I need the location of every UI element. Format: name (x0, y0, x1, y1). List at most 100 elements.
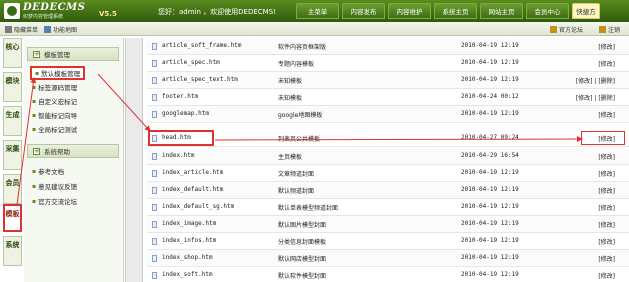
nav-shortcut[interactable]: 快捷方 (572, 3, 600, 19)
logout-link[interactable]: 注销 (599, 25, 620, 34)
logout-icon (599, 26, 606, 33)
file-desc: 主页模板 (278, 154, 303, 161)
menu-custom-macro[interactable]: 自定义宏标记 (32, 96, 77, 106)
file-icon (152, 111, 157, 118)
file-date: 2010-04-19 12:19 (461, 76, 519, 83)
menu-feedback[interactable]: 意见建议反馈 (32, 181, 77, 191)
file-actions[interactable]: [修改] | [删除] (576, 93, 615, 102)
file-date: 2010-04-19 12:19 (461, 254, 519, 261)
hide-menu-button[interactable]: 隐藏菜单 (5, 25, 38, 34)
file-name[interactable]: footer.htm (162, 93, 198, 100)
table-row: index_shop.htm 默认网店模型封面 2010-04-19 12:19 [修… (147, 250, 629, 267)
tab-templates[interactable]: 模板 (3, 204, 22, 232)
logout-label: 注销 (608, 27, 621, 34)
table-row: index_default_sg.htm 默认单表模型频道封面 2010-04-19… (147, 199, 629, 216)
file-desc: 默认频道封面 (278, 188, 315, 195)
forum-link[interactable]: 官方论坛 (550, 25, 583, 34)
table-row: index_infos.htm 分类信息封面模板 2010-04-19 12:19 [… (147, 233, 629, 250)
file-actions[interactable]: [修改] (598, 203, 615, 212)
tab-modules[interactable]: 模块 (3, 72, 22, 102)
file-actions[interactable]: [修改] (598, 59, 615, 68)
file-actions[interactable]: [修改] (598, 237, 615, 246)
file-desc: 文章频道封面 (278, 171, 315, 178)
tab-generate[interactable]: 生成 (3, 106, 22, 136)
nav-system-home[interactable]: 系统主页 (434, 3, 477, 19)
left-menu: 模板管理 默认模板管理 标签源码管理 自定义宏标记 智能标记向导 全局标记测试 … (24, 38, 124, 282)
file-actions[interactable]: [修改] (598, 186, 615, 195)
table-row-highlighted: head.htm 列表页公共模板 2010-04-27 09:24 [修改] (147, 130, 629, 147)
file-actions[interactable]: [修改] | [删除] (576, 76, 615, 85)
frame-divider[interactable] (125, 38, 143, 282)
menu-docs[interactable]: 参考文档 (32, 166, 64, 176)
file-date: 2010-04-19 12:19 (461, 203, 519, 210)
tab-core[interactable]: 核心 (3, 38, 22, 68)
section-system-help[interactable]: 系统帮助 (27, 144, 119, 158)
file-icon (152, 170, 157, 177)
file-name[interactable]: article_soft_frame.htm (162, 42, 241, 49)
nav-main-menu[interactable]: 主菜单 (296, 3, 339, 19)
file-actions[interactable]: [修改] (598, 42, 615, 51)
file-desc: 列表页公共模板 (278, 136, 321, 143)
welcome-text: 您好：admin ，欢迎使用DEDECMS! (158, 8, 276, 16)
file-name[interactable]: article_spec_text.htm (162, 76, 238, 83)
file-icon (152, 272, 157, 279)
file-actions[interactable]: [修改] (598, 134, 615, 143)
file-name[interactable]: index_image.htm (162, 220, 216, 227)
table-row: article_spec.htm 专题内容模板 2010-04-19 12:19 [修… (147, 55, 629, 72)
file-date: 2010-04-29 16:54 (461, 152, 519, 159)
file-name[interactable]: index_shop.htm (162, 254, 213, 261)
file-name[interactable]: head.htm (162, 134, 191, 141)
section-template-management[interactable]: 模板管理 (27, 47, 119, 61)
file-icon (152, 94, 157, 101)
file-icon (152, 60, 157, 67)
file-actions[interactable]: [修改] (598, 152, 615, 161)
nav-maintain[interactable]: 内容维护 (388, 3, 431, 19)
file-date: 2010-04-24 00:12 (461, 93, 519, 100)
menu-tag-test[interactable]: 全局标记测试 (32, 124, 77, 134)
table-row: index_soft.htm 默认软件模型封面 2010-04-19 12:19 [修… (147, 267, 629, 282)
file-actions[interactable]: [修改] (598, 110, 615, 119)
file-icon (152, 204, 157, 211)
file-date: 2010-04-19 12:19 (461, 186, 519, 193)
file-icon (152, 153, 157, 160)
nav-site-home[interactable]: 网站主页 (480, 3, 523, 19)
expand-icon (33, 147, 40, 156)
top-header: DEDECMS 织梦内容管理系统 V5.5 您好：admin ，欢迎使用DEDE… (0, 0, 629, 22)
table-row: footer.htm 未知模板 2010-04-24 00:12 [修改] | [删除… (147, 89, 629, 106)
menu-tag-wizard[interactable]: 智能标记向导 (32, 110, 77, 120)
file-desc: 分类信息封面模板 (278, 239, 327, 246)
hide-menu-icon (5, 26, 12, 33)
nav-publish[interactable]: 内容发布 (342, 3, 385, 19)
file-name[interactable]: index_default.htm (162, 186, 223, 193)
file-actions[interactable]: [修改] (598, 254, 615, 263)
file-name[interactable]: index_soft.htm (162, 271, 213, 278)
table-row: article_spec_text.htm 未知模板 2010-04-19 12:1… (147, 72, 629, 89)
file-date: 2010-04-19 12:19 (461, 42, 519, 49)
file-icon (152, 135, 157, 142)
dedecms-logo: DEDECMS 织梦内容管理系统 V5.5 (4, 1, 126, 21)
menu-default-template-management[interactable]: 默认模板管理 (30, 66, 86, 80)
menu-tag-source[interactable]: 标签源码管理 (32, 82, 77, 92)
file-icon (152, 43, 157, 50)
file-name[interactable]: index.htm (162, 152, 195, 159)
sub-toolbar: 隐藏菜单 功能地图 官方论坛 注销 (0, 22, 629, 36)
tab-system[interactable]: 系统 (3, 236, 22, 266)
file-name[interactable]: index_article.htm (162, 169, 223, 176)
nav-member-center[interactable]: 会员中心 (526, 3, 569, 19)
file-actions[interactable]: [修改] (598, 271, 615, 280)
file-name[interactable]: index_default_sg.htm (162, 203, 234, 210)
file-name[interactable]: index_infos.htm (162, 237, 216, 244)
file-actions[interactable]: [修改] (598, 220, 615, 229)
top-nav: 主菜单 内容发布 内容维护 系统主页 网站主页 会员中心 快捷方 (296, 3, 603, 20)
tab-collect[interactable]: 采集 (3, 140, 22, 170)
site-map-button[interactable]: 功能地图 (44, 25, 77, 34)
file-icon (152, 221, 157, 228)
table-row: article_soft_frame.htm 软件内容页框架版 2010-04-19… (147, 38, 629, 55)
file-name[interactable]: googlemap.htm (162, 110, 209, 117)
tab-members[interactable]: 会员 (3, 174, 22, 204)
file-date: 2010-04-19 12:19 (461, 220, 519, 227)
file-name[interactable]: article_spec.htm (162, 59, 220, 66)
file-actions[interactable]: [修改] (598, 169, 615, 178)
file-desc: 专题内容模板 (278, 61, 315, 68)
menu-forum[interactable]: 官方交流论坛 (32, 196, 77, 206)
